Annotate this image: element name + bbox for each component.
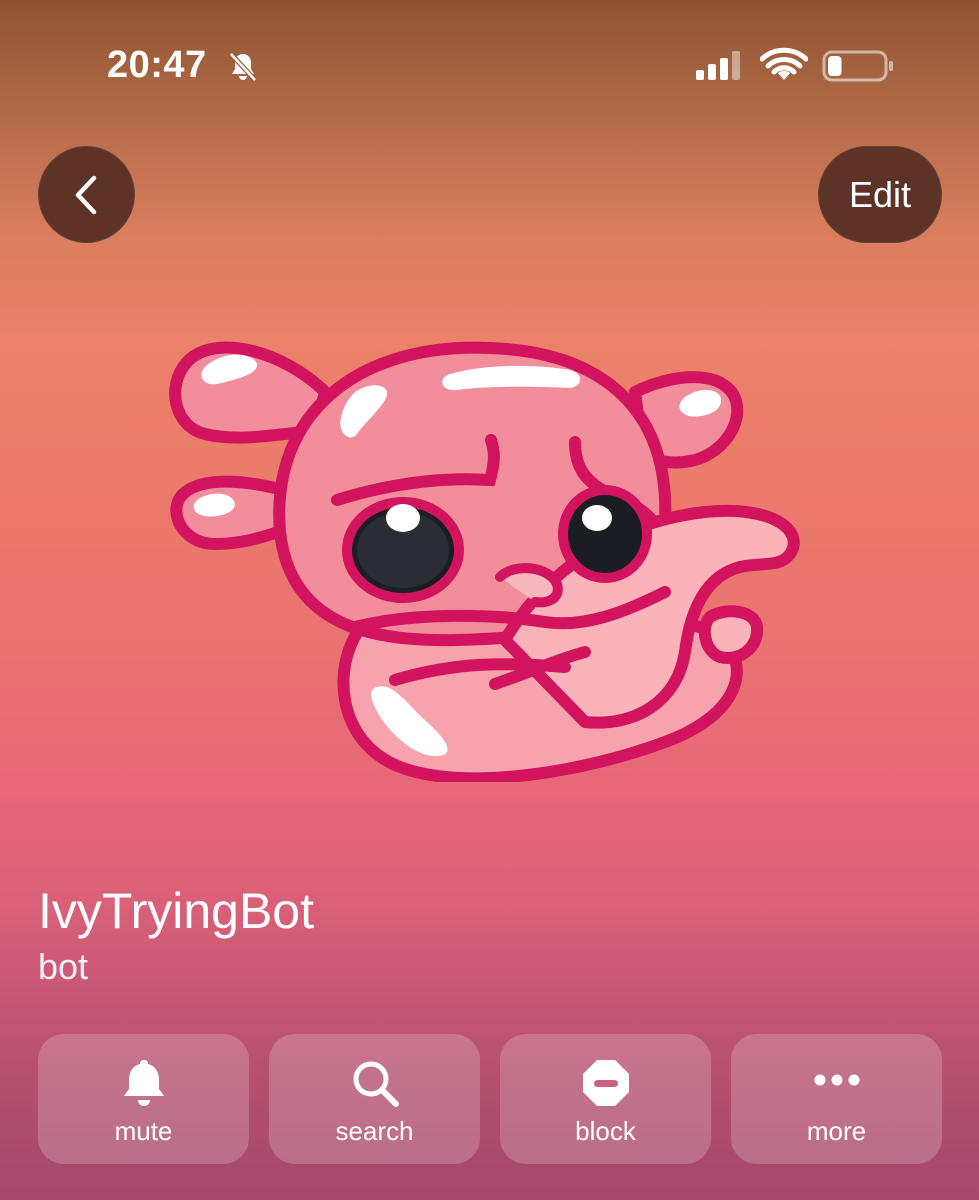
wifi-icon	[760, 47, 808, 80]
bell-slash-icon	[229, 52, 257, 82]
mute-label: mute	[114, 1116, 173, 1146]
search-icon	[353, 1061, 399, 1107]
edit-button[interactable]: Edit	[818, 146, 942, 243]
avatar	[169, 341, 800, 782]
profile-screen: 20:47 Edit IvyTryingBot bot mute search …	[0, 0, 979, 1200]
search-button[interactable]: search	[269, 1034, 480, 1164]
search-label: search	[335, 1116, 414, 1146]
profile-name: IvyTryingBot	[38, 883, 315, 939]
battery-icon	[822, 50, 893, 82]
block-label: block	[575, 1116, 636, 1146]
profile-subtitle: bot	[38, 946, 89, 987]
back-button[interactable]	[38, 146, 135, 243]
bell-icon	[123, 1060, 164, 1106]
battery-fill	[828, 56, 842, 76]
chevron-left-icon	[75, 175, 97, 215]
block-icon	[582, 1060, 629, 1106]
status-time: 20:47	[107, 44, 207, 86]
more-label: more	[806, 1116, 867, 1146]
more-icon	[814, 1074, 859, 1086]
block-button[interactable]: block	[500, 1034, 711, 1164]
cellular-signal-icon	[696, 51, 740, 80]
mute-button[interactable]: mute	[38, 1034, 249, 1164]
more-button[interactable]: more	[731, 1034, 942, 1164]
